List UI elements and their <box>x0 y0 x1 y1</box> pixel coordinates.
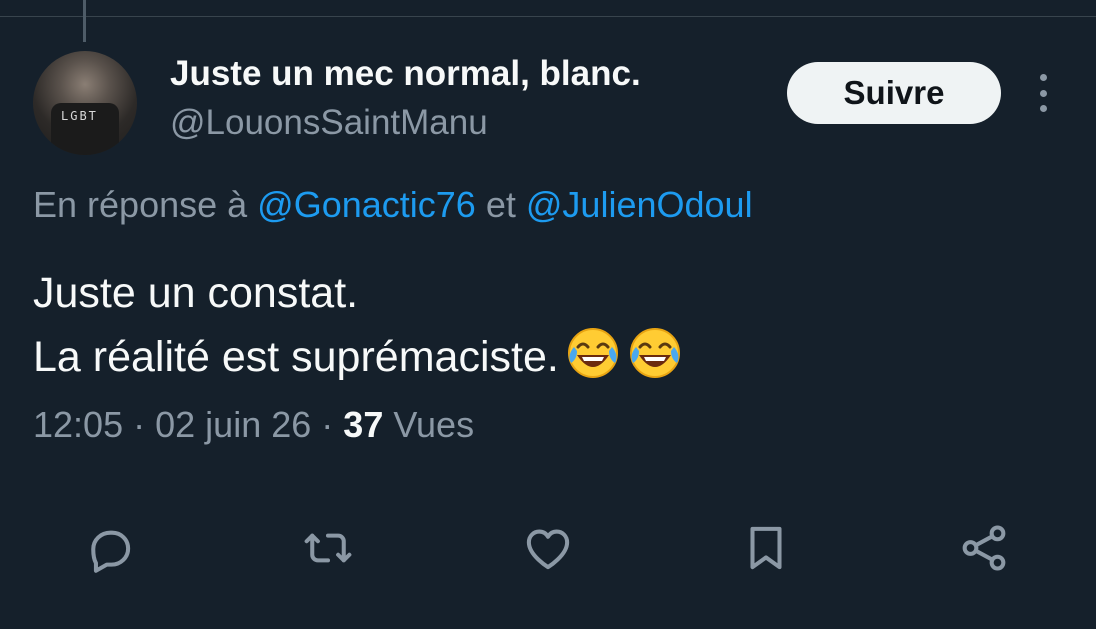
retweet-button[interactable] <box>300 520 356 576</box>
tweet-text-line-2-text: La réalité est suprémaciste. <box>33 333 559 381</box>
tweet-time[interactable]: 12:05 <box>33 404 123 445</box>
reply-button[interactable] <box>81 520 137 576</box>
views-label: Vues <box>393 404 475 445</box>
avatar[interactable]: LGBT <box>33 51 137 155</box>
retweet-icon <box>304 533 352 563</box>
tweet-detail: LGBT Juste un mec normal, blanc. @Louons… <box>0 0 1096 629</box>
tweet-text-line-1: Juste un constat. <box>33 269 359 317</box>
views-count: 37 <box>343 404 384 445</box>
share-icon <box>962 525 1006 571</box>
tears-of-joy-emoji-icon <box>629 328 680 378</box>
tweet-text: Juste un constat. La réalité est supréma… <box>33 261 683 389</box>
reply-joiner: et <box>485 184 516 225</box>
like-button[interactable] <box>520 520 576 576</box>
author-name[interactable]: Juste un mec normal, blanc. <box>170 54 641 94</box>
author-handle[interactable]: @LouonsSaintManu <box>170 103 488 143</box>
share-button[interactable] <box>956 520 1012 576</box>
bookmark-icon <box>750 526 782 570</box>
avatar-shirt-text: LGBT <box>61 109 98 123</box>
reply-prefix: En réponse à <box>33 184 248 225</box>
tweet-metadata: 12:05 · 02 juin 26 · 37 Vues <box>33 404 474 446</box>
action-bar <box>0 512 1096 582</box>
reply-icon <box>91 530 131 573</box>
mention-link-julienodoul[interactable]: @JulienOdoul <box>526 184 753 225</box>
thread-connector-line <box>83 0 86 42</box>
reply-context: En réponse à @Gonactic76 et @JulienOdoul <box>33 184 753 226</box>
more-vertical-icon[interactable] <box>1030 74 1056 112</box>
separator-dot: · <box>133 404 146 445</box>
heart-icon <box>526 529 570 570</box>
divider <box>0 16 1096 17</box>
bookmark-button[interactable] <box>738 520 794 576</box>
tweet-date[interactable]: 02 juin 26 <box>155 404 311 445</box>
tears-of-joy-emoji-icon <box>567 328 618 378</box>
separator-dot: · <box>321 404 334 445</box>
tweet-text-line-2: La réalité est suprémaciste. <box>33 325 683 389</box>
mention-link-gonactic76[interactable]: @Gonactic76 <box>257 184 476 225</box>
follow-button[interactable]: Suivre <box>787 62 1001 124</box>
